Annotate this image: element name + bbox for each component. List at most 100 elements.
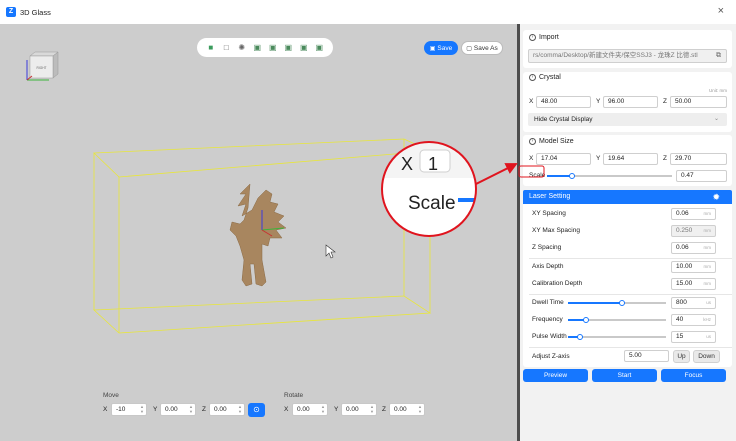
laser-setting-title: Laser Setting [529, 193, 571, 200]
size-y-value: 19.64 [608, 155, 625, 162]
move-z-input[interactable]: 0.00 ▲ ▼ [209, 403, 245, 416]
scale-slider-knob[interactable] [569, 172, 575, 179]
close-icon[interactable]: × [718, 5, 724, 17]
rotate-x-label: X [284, 406, 289, 413]
import-path: rs/comma/Desktop/新建文件夹/保空SSJ3 - 龙珠Z 比德.s… [533, 52, 698, 59]
move-title: Move [103, 392, 119, 399]
calibration-depth-input[interactable]: 15.00 mm [671, 278, 716, 290]
preview-label: Preview [543, 372, 568, 379]
xy-spacing-input[interactable]: 0.06 mm [671, 208, 716, 220]
xy-spacing-unit: mm [703, 211, 712, 216]
cube-solid-icon[interactable]: ■ [206, 43, 215, 52]
separator [529, 347, 732, 348]
dwell-slider-knob[interactable] [618, 299, 625, 306]
adjust-z-value: 5.00 [629, 352, 642, 359]
separator [529, 258, 732, 259]
z-down-button[interactable]: Down [693, 350, 720, 363]
z-up-label: Up [677, 353, 686, 360]
save-as-icon: ▢ [466, 45, 472, 52]
focus-button[interactable]: Focus [661, 369, 726, 382]
pulse-width-value: 15 [676, 333, 684, 340]
crystal-y-label: Y [596, 98, 601, 105]
crystal-z-value: 50.00 [675, 98, 692, 105]
view-cube-face-label: RIGHT [37, 66, 47, 70]
axis-depth-unit: mm [703, 264, 712, 269]
preview-button[interactable]: Preview [523, 369, 588, 382]
view-toolbar: ■ □ ✺ ▣ ▣ ▣ ▣ ▣ [197, 38, 333, 57]
pulse-slider-knob[interactable] [576, 333, 583, 340]
view-front-icon[interactable]: ▣ [253, 43, 262, 52]
xy-max-label: XY Max Spacing [532, 227, 580, 234]
view-top-icon[interactable]: ▣ [315, 43, 324, 52]
laser-card: XY Spacing 0.06 mm XY Max Spacing 0.250 mm… [523, 204, 732, 367]
settings-panel: › Import rs/comma/Desktop/新建文件夹/保空SSJ3 -… [520, 24, 736, 441]
save-as-button[interactable]: ▢ Save As [461, 41, 503, 55]
move-z-value: 0.00 [214, 406, 227, 413]
gear-icon[interactable]: ✹ [712, 190, 720, 204]
calibration-depth-unit: mm [703, 281, 712, 286]
crystal-z-input[interactable]: 50.00 [670, 96, 727, 108]
adjust-z-label: Adjust Z-axis [532, 353, 570, 360]
frequency-slider-knob[interactable] [582, 316, 589, 323]
z-spacing-input[interactable]: 0.06 mm [671, 242, 716, 254]
hide-crystal-select[interactable]: Hide Crystal Display ⌄ [528, 113, 727, 126]
crystal-y-input[interactable]: 96.00 [603, 96, 658, 108]
size-y-input[interactable]: 19.64 [603, 153, 658, 165]
size-x-value: 17.04 [541, 155, 558, 162]
rotate-y-input[interactable]: 0.00 ▲ ▼ [341, 403, 377, 416]
pulse-width-input[interactable]: 15 us [671, 331, 716, 343]
model-figure [229, 183, 287, 287]
z-spacing-unit: mm [703, 245, 712, 250]
viewport-3d[interactable]: ■ □ ✺ ▣ ▣ ▣ ▣ ▣ ▣ Save ▢ Save As RIGHT M… [0, 24, 517, 441]
frequency-input[interactable]: 40 kHz [671, 314, 716, 326]
frequency-value: 40 [676, 316, 684, 323]
move-y-input[interactable]: 0.00 ▲ ▼ [160, 403, 196, 416]
center-model-button[interactable]: ⊙ [248, 403, 265, 417]
size-x-input[interactable]: 17.04 [536, 153, 591, 165]
scale-input[interactable]: 0.47 [676, 170, 727, 182]
xy-max-unit: mm [703, 228, 712, 233]
focus-label: Focus [684, 372, 703, 379]
save-icon: ▣ [429, 45, 436, 52]
view-cube[interactable]: RIGHT [25, 48, 60, 83]
view-right-icon[interactable]: ▣ [299, 43, 308, 52]
z-up-button[interactable]: Up [673, 350, 690, 363]
rotate-z-input[interactable]: 0.00 ▲ ▼ [389, 403, 425, 416]
save-as-button-label: Save As [473, 44, 498, 52]
import-path-field[interactable]: rs/comma/Desktop/新建文件夹/保空SSJ3 - 龙珠Z 比德.s… [528, 49, 727, 63]
start-button[interactable]: Start [592, 369, 657, 382]
crystal-card: › Crystal Unit: mm X 48.00 Y 96.00 Z 50.… [523, 72, 732, 132]
window-title: 3D Glass [20, 7, 51, 17]
separator [529, 294, 732, 295]
sun-icon[interactable]: ✺ [237, 43, 246, 52]
crystal-header: › Crystal [529, 74, 561, 81]
adjust-z-input[interactable]: 5.00 [624, 350, 669, 362]
cube-wire-icon[interactable]: □ [222, 43, 231, 52]
view-left-icon[interactable]: ▣ [284, 43, 293, 52]
size-y-label: Y [596, 155, 601, 162]
save-button-label: Save [437, 44, 453, 52]
size-z-input[interactable]: 29.70 [670, 153, 727, 165]
z-spacing-label: Z Spacing [532, 244, 562, 251]
save-button[interactable]: ▣ Save [424, 41, 458, 55]
crystal-z-label: Z [663, 98, 667, 105]
axis-depth-input[interactable]: 10.00 mm [671, 261, 716, 273]
move-x-input[interactable]: -10 ▲ ▼ [111, 403, 147, 416]
dwell-time-input[interactable]: 800 us [671, 297, 716, 309]
app-window: Z 3D Glass × ■ □ ✺ ▣ ▣ ▣ ▣ ▣ ▣ Save ▢ Sa… [0, 0, 736, 441]
dwell-time-label: Dwell Time [532, 299, 564, 306]
app-logo-icon: Z [6, 7, 16, 17]
calibration-depth-value: 15.00 [676, 280, 693, 287]
calibration-depth-label: Calibration Depth [532, 280, 583, 287]
crystal-x-input[interactable]: 48.00 [536, 96, 591, 108]
laser-setting-header: Laser Setting ✹ [523, 190, 732, 204]
folder-icon[interactable]: ⧉ [716, 50, 721, 62]
size-z-label: Z [663, 155, 667, 162]
mouse-cursor-icon [325, 244, 336, 259]
import-header: › Import [529, 34, 559, 41]
view-back-icon[interactable]: ▣ [268, 43, 277, 52]
rotate-x-input[interactable]: 0.00 ▲ ▼ [292, 403, 328, 416]
rotate-x-value: 0.00 [297, 406, 310, 413]
model-size-card: › Model Size X 17.04 Y 19.64 Z 29.70 Sca… [523, 135, 732, 186]
frequency-unit: kHz [703, 317, 711, 322]
